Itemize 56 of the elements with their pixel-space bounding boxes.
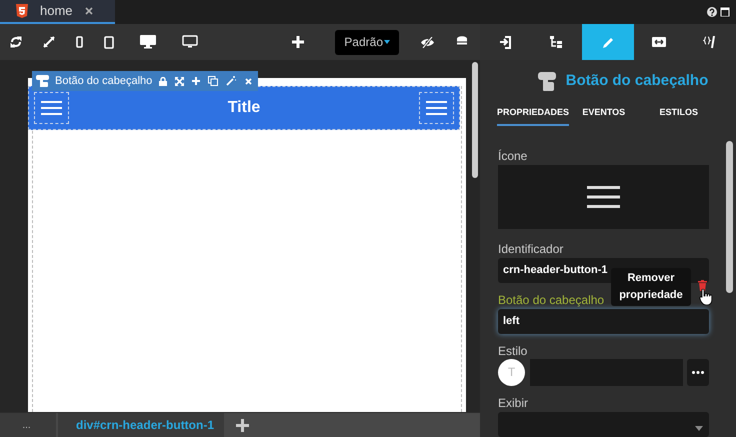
help-icon[interactable] xyxy=(707,7,717,17)
field-label: Botão do cabeçalho xyxy=(498,292,604,307)
hand-pointer-icon xyxy=(36,75,49,87)
html5-icon xyxy=(16,4,28,18)
pencil-icon xyxy=(601,36,615,48)
expand-icon[interactable] xyxy=(43,36,55,48)
add-icon[interactable] xyxy=(236,418,250,432)
field-label: Estilo xyxy=(498,342,528,358)
eye-slash-icon[interactable] xyxy=(420,36,435,48)
editor-tab[interactable]: home xyxy=(0,0,115,24)
database-icon[interactable] xyxy=(456,36,468,48)
breadcrumb-item[interactable]: ... xyxy=(0,413,56,437)
field-label: Exibir xyxy=(498,394,528,410)
header-title: Title xyxy=(228,98,260,118)
text-field[interactable]: left xyxy=(498,308,709,334)
scrollbar-thumb[interactable] xyxy=(472,62,478,178)
element-label: Botão do cabeçalho xyxy=(55,74,152,89)
monitor-icon[interactable] xyxy=(182,35,198,49)
more-button[interactable] xyxy=(687,358,709,386)
arrows-icon xyxy=(652,36,666,48)
tablet-icon[interactable] xyxy=(104,36,114,48)
field-label: Identificador xyxy=(498,240,564,256)
theme-select[interactable]: Padrão xyxy=(335,30,399,54)
maximize-icon[interactable] xyxy=(720,7,730,17)
tooltip: Remover propriedade xyxy=(611,268,691,306)
menu-icon xyxy=(587,186,620,208)
subtab[interactable]: PROPRIEDADES xyxy=(497,102,569,126)
hand-cursor-icon xyxy=(699,289,712,305)
menu-icon xyxy=(426,100,447,116)
lock-icon[interactable] xyxy=(159,76,168,86)
menu-button[interactable] xyxy=(34,92,69,124)
field-label: Ícone xyxy=(498,148,528,163)
refresh-icon[interactable] xyxy=(10,36,22,48)
trash-icon[interactable] xyxy=(698,280,707,291)
close-icon[interactable] xyxy=(84,7,93,15)
subtab[interactable]: ESTILOS xyxy=(638,102,719,126)
menu-button[interactable] xyxy=(418,92,454,124)
scrollbar-thumb[interactable] xyxy=(726,141,733,293)
phone-icon[interactable] xyxy=(76,36,83,48)
breadcrumb-item[interactable]: div#crn-header-button-1 xyxy=(58,413,224,437)
icon-preview[interactable] xyxy=(498,165,709,229)
code-icon xyxy=(703,36,718,48)
sign-in-icon xyxy=(498,36,513,48)
panel-title: Botão do cabeçalho xyxy=(566,71,708,92)
magic-wand-icon[interactable] xyxy=(226,76,236,86)
desktop-icon[interactable] xyxy=(140,35,156,49)
tree-icon xyxy=(550,36,564,48)
style-avatar: T xyxy=(498,358,525,386)
menu-icon xyxy=(41,100,62,116)
copy-icon[interactable] xyxy=(208,76,218,86)
caret-icon xyxy=(384,40,390,44)
select-field[interactable] xyxy=(498,412,709,437)
hand-pointer-icon xyxy=(538,72,556,91)
ellipsis-icon xyxy=(692,370,704,374)
subtab[interactable]: EVENTOS xyxy=(569,102,639,126)
caret-icon xyxy=(695,426,703,431)
